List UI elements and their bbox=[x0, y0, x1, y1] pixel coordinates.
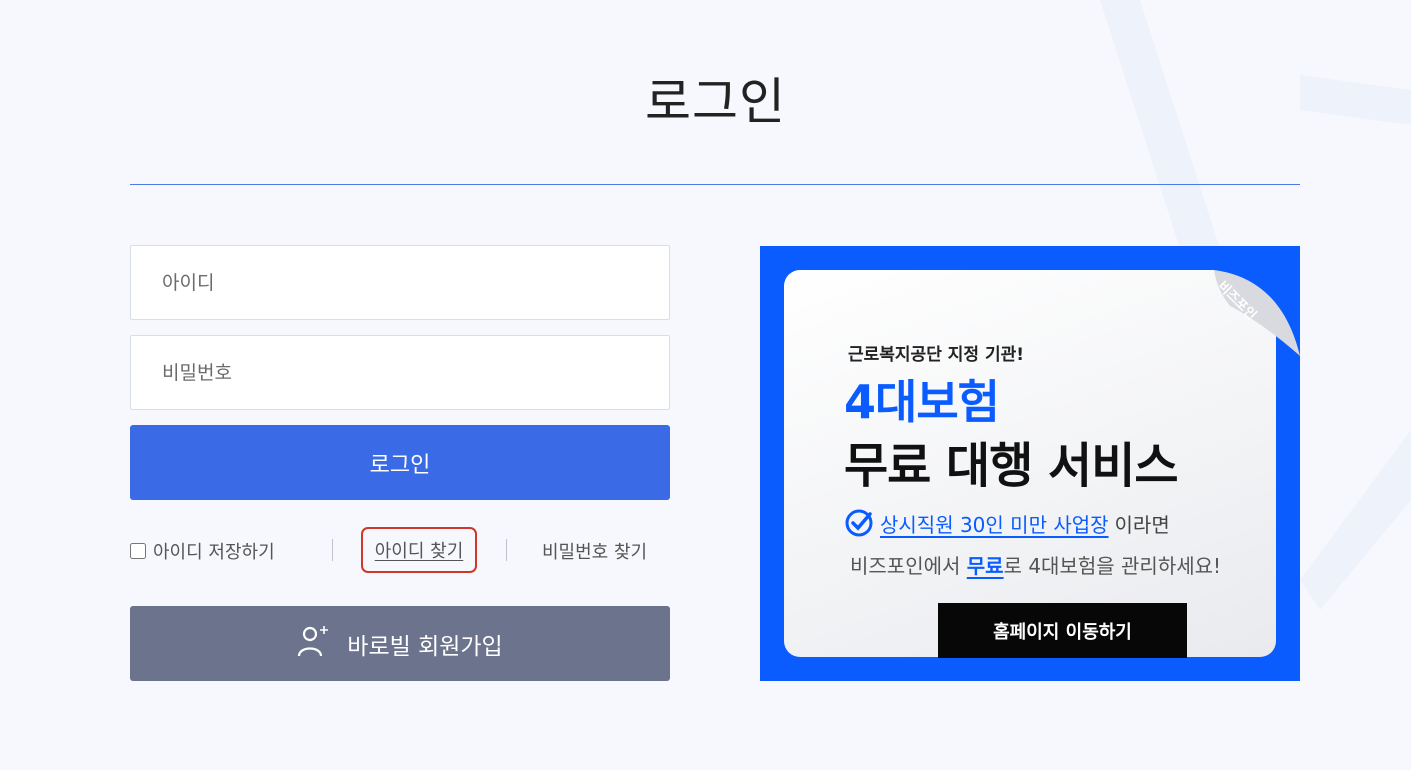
banner-condition-highlight: 상시직원 30인 미만 사업장 bbox=[880, 512, 1109, 537]
login-page: 로그인 로그인 아이디 저장하기 아이디 찾기 비밀번호 찾기 바로빌 회원가입… bbox=[0, 0, 1411, 770]
id-input[interactable] bbox=[130, 245, 670, 320]
banner-kicker: 근로복지공단 지정 기관! bbox=[848, 345, 1024, 365]
banner-condition-rest: 이라면 bbox=[1114, 512, 1170, 537]
page-title: 로그인 bbox=[645, 73, 786, 131]
banner-description-free: 무료 bbox=[966, 554, 1004, 578]
banner-description-pre: 비즈포인에서 bbox=[850, 554, 967, 578]
banner-condition: 상시직원 30인 미만 사업장 이라면 bbox=[844, 508, 1170, 538]
login-button[interactable]: 로그인 bbox=[130, 425, 670, 500]
checkbox-icon[interactable] bbox=[130, 543, 146, 559]
separator bbox=[332, 539, 333, 561]
signup-label: 바로빌 회원가입 bbox=[347, 633, 503, 660]
find-id-link[interactable]: 아이디 찾기 bbox=[361, 527, 477, 573]
check-circle-icon bbox=[845, 509, 873, 537]
signup-button[interactable]: 바로빌 회원가입 bbox=[130, 606, 670, 681]
banner-headline-2: 무료 대행 서비스 bbox=[844, 438, 1179, 494]
title-divider bbox=[130, 184, 1300, 185]
user-plus-icon bbox=[298, 625, 329, 656]
banner-description-post: 로 4대보험을 관리하세요! bbox=[1003, 554, 1222, 578]
save-id-checkbox[interactable]: 아이디 저장하기 bbox=[130, 538, 275, 564]
save-id-label: 아이디 저장하기 bbox=[153, 542, 275, 563]
separator bbox=[506, 539, 507, 561]
login-links: 아이디 저장하기 아이디 찾기 비밀번호 찾기 bbox=[130, 527, 670, 573]
password-input[interactable] bbox=[130, 335, 670, 410]
banner-description: 비즈포인에서 무료로 4대보험을 관리하세요! bbox=[850, 550, 1221, 579]
find-password-link[interactable]: 비밀번호 찾기 bbox=[542, 538, 647, 564]
banner-card: 근로복지공단 지정 기관! 4대보험 무료 대행 서비스 상시직원 30인 미만… bbox=[784, 246, 1300, 658]
banner-homepage-button[interactable]: 홈페이지 이동하기 bbox=[938, 603, 1187, 658]
banner-headline-1: 4대보험 bbox=[844, 375, 1000, 429]
ad-banner[interactable]: 근로복지공단 지정 기관! 4대보험 무료 대행 서비스 상시직원 30인 미만… bbox=[760, 246, 1300, 681]
